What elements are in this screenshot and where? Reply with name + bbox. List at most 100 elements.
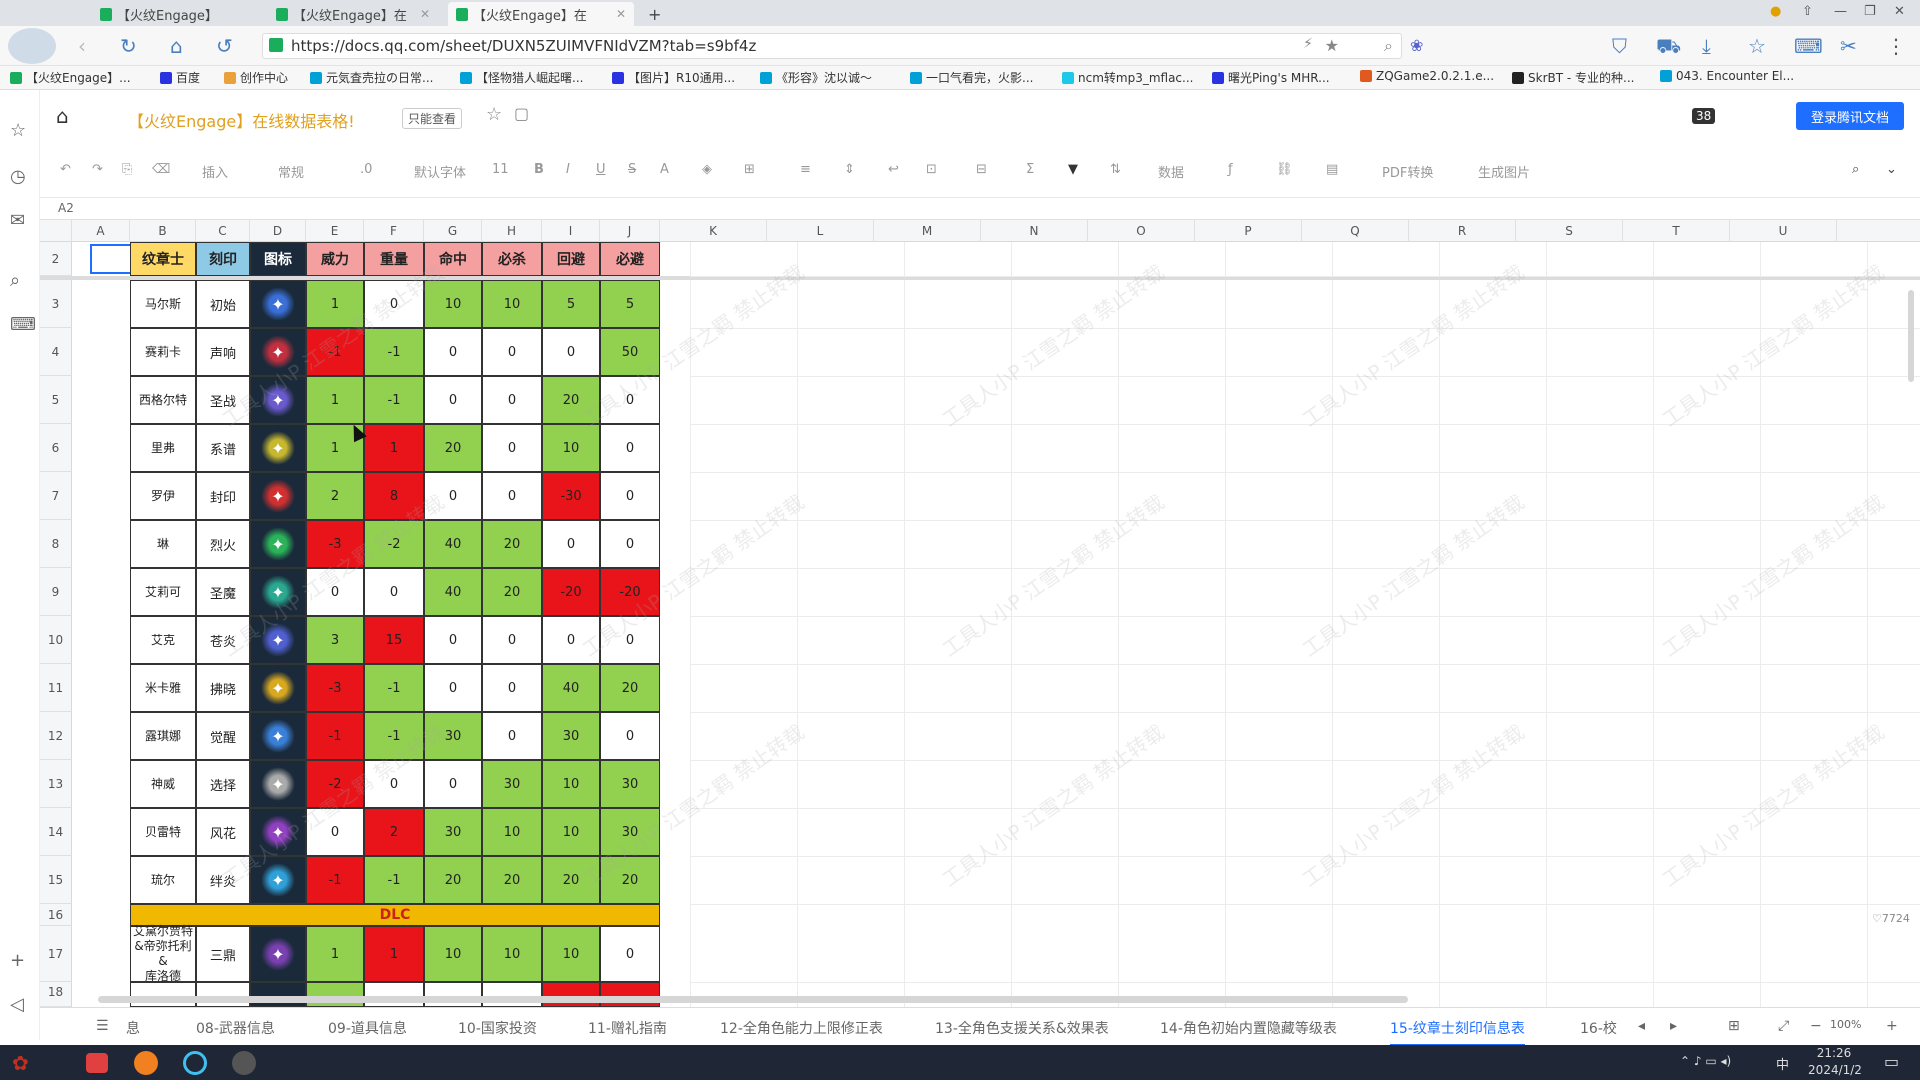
row-header[interactable]: 9 — [40, 568, 72, 616]
stat-cell[interactable]: -1 — [306, 328, 364, 376]
stat-cell[interactable]: 0 — [482, 328, 542, 376]
stat-cell[interactable]: -1 — [364, 664, 424, 712]
view-only-badge[interactable]: 只能查看 — [402, 108, 463, 129]
sheet-tab[interactable]: 息 — [126, 1018, 140, 1038]
column-header[interactable]: S — [1516, 220, 1623, 242]
mark-cell[interactable]: 声响 — [196, 328, 250, 376]
mark-cell[interactable]: 选择 — [196, 760, 250, 808]
shield-icon[interactable]: ⛉ — [1612, 34, 1627, 58]
stat-cell[interactable]: 30 — [424, 712, 482, 760]
bookmark-item[interactable]: 创作中心 — [224, 69, 288, 86]
name-cell[interactable]: 琉尔 — [130, 856, 196, 904]
row-header[interactable]: 2 — [40, 242, 72, 276]
stat-cell[interactable]: 0 — [424, 760, 482, 808]
data-menu[interactable]: 数据 — [1158, 162, 1184, 181]
column-header[interactable]: H — [482, 220, 542, 242]
header-cell[interactable]: 纹章士 — [130, 242, 196, 276]
stat-cell[interactable]: -3 — [306, 664, 364, 712]
clear-icon[interactable]: ⌫ — [152, 162, 170, 177]
row-header[interactable]: 10 — [40, 616, 72, 664]
bookmark-item[interactable]: 【怪物猎人崛起曙... — [460, 69, 583, 86]
view-icon[interactable]: ⊞ — [1728, 1018, 1740, 1034]
row-header[interactable]: 12 — [40, 712, 72, 760]
icon-cell[interactable]: ✦ — [250, 328, 306, 376]
search-icon[interactable]: ⌕ — [1384, 36, 1393, 56]
stat-cell[interactable]: 20 — [482, 568, 542, 616]
fill-color-icon[interactable]: ◈ — [702, 162, 712, 177]
name-cell[interactable]: 艾黛尔贾特 &帝弥托利& 库洛德 — [130, 924, 196, 983]
stat-cell[interactable]: 20 — [424, 424, 482, 472]
bookmark-item[interactable]: 曙光Ping's MHR... — [1212, 69, 1330, 86]
mark-cell[interactable]: 封印 — [196, 472, 250, 520]
stat-cell[interactable]: 0 — [306, 568, 364, 616]
column-header[interactable]: U — [1730, 220, 1837, 242]
row-header[interactable]: 7 — [40, 472, 72, 520]
sheet-tab[interactable]: 11-赠礼指南 — [588, 1018, 667, 1038]
format-select[interactable]: 常规 — [278, 162, 304, 181]
stat-cell[interactable]: 0 — [424, 376, 482, 424]
column-header[interactable]: L — [767, 220, 874, 242]
stat-cell[interactable]: -20 — [542, 568, 600, 616]
column-header[interactable]: I — [542, 220, 600, 242]
stat-cell[interactable]: -2 — [306, 760, 364, 808]
header-cell[interactable]: 必避 — [600, 242, 660, 276]
column-header[interactable]: D — [250, 220, 306, 242]
stat-cell[interactable]: 10 — [424, 280, 482, 328]
cell-partial[interactable] — [542, 982, 600, 1007]
stat-cell[interactable]: 0 — [482, 472, 542, 520]
stat-cell[interactable]: 1 — [306, 376, 364, 424]
tray-icons[interactable]: ⌃ ♪ ▭ ◂) — [1680, 1054, 1731, 1068]
mark-cell[interactable]: 绊炎 — [196, 856, 250, 904]
refresh-icon[interactable]: ↻ — [120, 34, 137, 58]
italic-button[interactable]: I — [566, 162, 570, 177]
gamepad-icon[interactable]: ⌨ — [10, 314, 36, 335]
icon-cell[interactable]: ✦ — [250, 808, 306, 856]
mark-cell[interactable]: 系谱 — [196, 424, 250, 472]
app-icon[interactable] — [183, 1051, 207, 1075]
back-icon[interactable]: ‹ — [78, 34, 86, 58]
cell-partial[interactable] — [600, 982, 660, 1007]
header-cell[interactable]: 重量 — [364, 242, 424, 276]
sheet-tab[interactable]: 08-武器信息 — [196, 1018, 275, 1038]
bookmark-item[interactable]: ncm转mp3_mflac... — [1062, 69, 1193, 86]
bookmark-item[interactable]: 一口气看完，火影... — [910, 69, 1033, 86]
row-header[interactable]: 8 — [40, 520, 72, 568]
stat-cell[interactable]: 50 — [600, 328, 660, 376]
sheet-tab-active[interactable]: 15-纹章士刻印信息表 — [1390, 1018, 1525, 1047]
header-cell[interactable]: 必杀 — [482, 242, 542, 276]
stat-cell[interactable]: 0 — [424, 616, 482, 664]
stat-cell[interactable]: 20 — [542, 856, 600, 904]
stat-cell[interactable]: 1 — [306, 280, 364, 328]
name-cell[interactable]: 神威 — [130, 760, 196, 808]
stat-cell[interactable]: 0 — [600, 616, 660, 664]
folder-icon[interactable]: ▢ — [514, 104, 529, 123]
stat-cell[interactable]: -2 — [364, 520, 424, 568]
icon-cell[interactable]: ✦ — [250, 856, 306, 904]
stat-cell[interactable]: 40 — [424, 568, 482, 616]
horizontal-scrollbar[interactable] — [98, 996, 1408, 1003]
row-header[interactable]: 11 — [40, 664, 72, 712]
fullscreen-icon[interactable]: ⤢ — [1778, 1018, 1789, 1034]
row-header[interactable]: 14 — [40, 808, 72, 856]
valign-icon[interactable]: ⇕ — [844, 162, 855, 177]
history-icon[interactable]: ↺ — [216, 34, 233, 58]
stat-cell[interactable]: 0 — [600, 424, 660, 472]
pin-icon[interactable]: ⇧ — [1802, 4, 1813, 19]
column-header[interactable]: T — [1623, 220, 1730, 242]
collaborator-count[interactable]: 38 — [1692, 108, 1716, 124]
clock-date[interactable]: 2024/1/2 — [1800, 1063, 1870, 1077]
icon-cell[interactable]: ✦ — [250, 712, 306, 760]
icon-cell[interactable]: ✦ — [250, 472, 306, 520]
pdf-convert-button[interactable]: PDF转换 — [1382, 162, 1433, 181]
dlc-banner[interactable]: DLC — [130, 904, 660, 926]
name-cell[interactable]: 贝雷特 — [130, 808, 196, 856]
extension-icon[interactable]: ❀ — [1410, 36, 1423, 55]
sheet-tab[interactable]: 09-道具信息 — [328, 1018, 407, 1038]
stat-cell[interactable]: 10 — [542, 760, 600, 808]
row-header[interactable]: 17 — [40, 926, 72, 982]
stat-cell[interactable]: -1 — [364, 328, 424, 376]
stat-cell[interactable]: 40 — [542, 664, 600, 712]
stat-cell[interactable]: 10 — [424, 926, 482, 982]
stat-cell[interactable]: 0 — [482, 424, 542, 472]
search-icon[interactable]: ⌕ — [1852, 162, 1859, 177]
